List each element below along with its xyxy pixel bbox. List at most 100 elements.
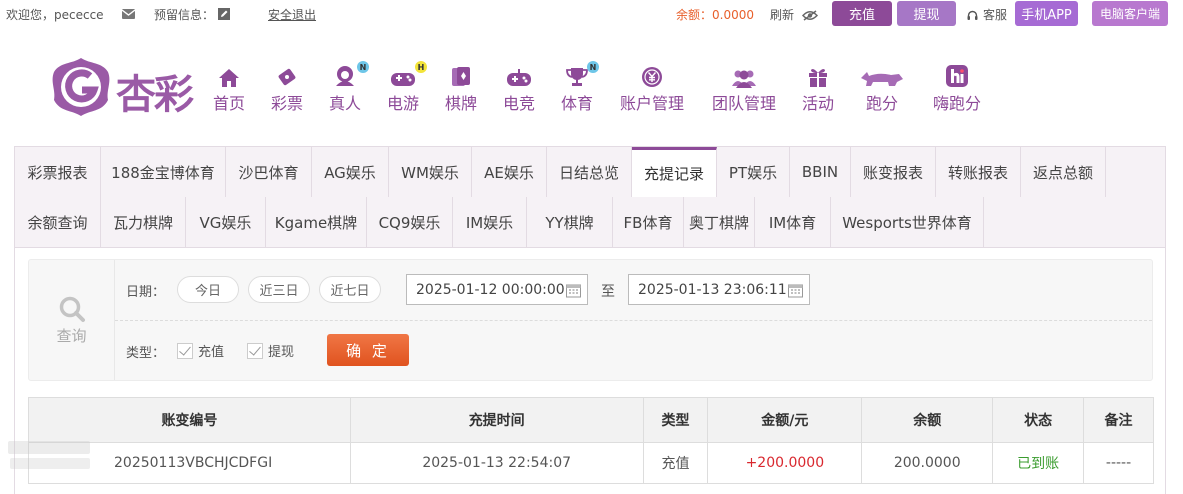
tab-account-change-report[interactable]: 账变报表 [851,147,936,197]
col-remark: 备注 [1083,397,1154,443]
today-button[interactable]: 今日 [177,276,239,303]
edit-icon[interactable] [218,8,230,24]
nav-account[interactable]: 账户管理 [618,64,686,114]
table-header-row: 账变编号 充提时间 类型 金额/元 余额 状态 备注 [28,397,1154,443]
end-date-value: 2025-01-13 23:06:11 [638,281,787,298]
date-range-separator: 至 [601,284,615,300]
tab-balance-query[interactable]: 余额查询 [15,197,101,247]
tab-bbin[interactable]: BBIN [790,147,851,197]
nav-promotions[interactable]: 活动 [801,64,835,114]
calendar-icon[interactable] [788,283,803,298]
balance-display: 余额：0.0000 [676,7,754,23]
welcome-text: 欢迎您，pececce [6,8,104,22]
headset-icon[interactable] [967,9,978,25]
tab-ag[interactable]: AG娱乐 [312,147,389,197]
tab-ae[interactable]: AE娱乐 [472,147,547,197]
query-section: 查询 [29,260,115,380]
cell-balance: 200.0000 [861,442,994,484]
tab-rebate-total[interactable]: 返点总额 [1021,147,1106,197]
last-7-days-button[interactable]: 近七日 [319,276,381,303]
tab-cq9[interactable]: CQ9娱乐 [367,197,453,247]
tab-im-sports[interactable]: IM体育 [755,197,831,247]
divider [115,320,1152,321]
tab-odin-chess[interactable]: 奥丁棋牌 [684,197,755,247]
start-date-value: 2025-01-12 00:00:00 [416,281,565,298]
calendar-icon[interactable] [566,283,581,298]
tab-wesports[interactable]: Wesports世界体育 [831,197,984,247]
col-type: 类型 [642,397,709,443]
tab-daily-summary[interactable]: 日结总览 [547,147,632,197]
nav-label: 体育 [560,94,593,113]
tab-deposit-withdraw-records[interactable]: 充提记录 [632,147,717,197]
customer-service-link[interactable]: 客服 [983,7,1007,23]
col-status: 状态 [992,397,1085,443]
tab-fb-sports[interactable]: FB体育 [613,197,684,247]
esports-controller-icon [506,64,532,88]
nav-hi-paofen[interactable]: 嗨跑分 [932,64,982,114]
tab-kgame-chess[interactable]: Kgame棋牌 [266,197,367,247]
tab-188-sports[interactable]: 188金宝博体育 [101,147,226,197]
tab-pt[interactable]: PT娱乐 [717,147,790,197]
checkbox-box[interactable] [177,342,193,359]
type-label: 类型： [126,346,166,361]
nav-esports[interactable]: 电竞 [502,64,536,114]
tab-transfer-report[interactable]: 转账报表 [936,147,1021,197]
tab-wali-chess[interactable]: 瓦力棋牌 [101,197,186,247]
nav-label: 嗨跑分 [932,94,981,113]
pc-client-button[interactable]: 电脑客户端 [1092,1,1168,26]
report-tabs: 彩票报表 188金宝博体育 沙巴体育 AG娱乐 WM娱乐 AE娱乐 日结总览 充… [15,147,1165,248]
tab-vg[interactable]: VG娱乐 [186,197,266,247]
tab-yy-chess[interactable]: YY棋牌 [527,197,613,247]
cell-amount: +200.0000 [707,442,863,484]
nav-lottery[interactable]: 彩票 [270,64,304,114]
table-row: 20250113VBCHJCDFGI 2025-01-13 22:54:07 充… [28,442,1154,484]
nav-label: 账户管理 [619,94,684,113]
col-amount: 金额/元 [707,397,863,443]
tab-im-ent[interactable]: IM娱乐 [453,197,527,247]
gift-icon [807,64,829,88]
nav-home[interactable]: 首页 [212,64,246,114]
col-balance: 余额 [861,397,994,443]
refresh-link[interactable]: 刷新 [770,7,794,23]
eye-slash-icon[interactable] [801,9,819,25]
nav-label: 跑分 [865,94,898,113]
cell-status: 已到账 [992,442,1085,484]
trophy-icon: N [566,61,599,88]
mobile-app-button[interactable]: 手机APP [1015,1,1078,26]
nav-slots[interactable]: H 电游 [386,61,427,114]
cell-type: 充值 [642,442,709,484]
deposit-checkbox[interactable]: 充值 [177,341,224,360]
tab-lottery-report[interactable]: 彩票报表 [15,147,101,197]
confirm-button[interactable]: 确 定 [327,334,409,366]
checkbox-box[interactable] [247,342,263,359]
last-3-days-button[interactable]: 近三日 [248,276,310,303]
deposit-button[interactable]: 充值 [832,1,892,26]
withdraw-button[interactable]: 提现 [897,1,956,26]
nav-sports[interactable]: N 体育 [560,61,599,114]
nav-live[interactable]: N 真人 [328,61,369,114]
site-logo[interactable]: 杏彩 [50,56,202,118]
badge: N [587,61,599,73]
nav-paofen[interactable]: 跑分 [858,64,906,114]
mail-icon[interactable] [121,8,136,24]
query-label: 查询 [56,326,87,345]
nav-chess[interactable]: 棋牌 [444,64,478,114]
reserved-info-label: 预留信息： [154,8,215,22]
tab-wm[interactable]: WM娱乐 [389,147,472,197]
badge: N [357,61,369,73]
withdraw-checkbox[interactable]: 提现 [247,341,294,360]
nav-team[interactable]: 团队管理 [710,64,778,114]
nav-label: 棋牌 [444,94,477,113]
tab-saba-sports[interactable]: 沙巴体育 [226,147,312,197]
start-date-input[interactable]: 2025-01-12 00:00:00 [406,274,588,305]
logout-link[interactable]: 安全退出 [268,7,316,23]
ticket-icon [276,64,298,88]
gamepad-icon: H [390,61,427,88]
top-bar: 欢迎您，pececce 预留信息： 安全退出 余额：0.0000 刷新 充值 提… [0,0,1183,30]
records-table: 账变编号 充提时间 类型 金额/元 余额 状态 备注 20250113VBCHJ… [28,397,1154,484]
badge: H [415,61,427,73]
col-time: 充提时间 [349,397,644,443]
live-dealer-icon: N [332,61,369,88]
logo-emblem-icon [52,58,110,116]
end-date-input[interactable]: 2025-01-13 23:06:11 [628,274,810,305]
